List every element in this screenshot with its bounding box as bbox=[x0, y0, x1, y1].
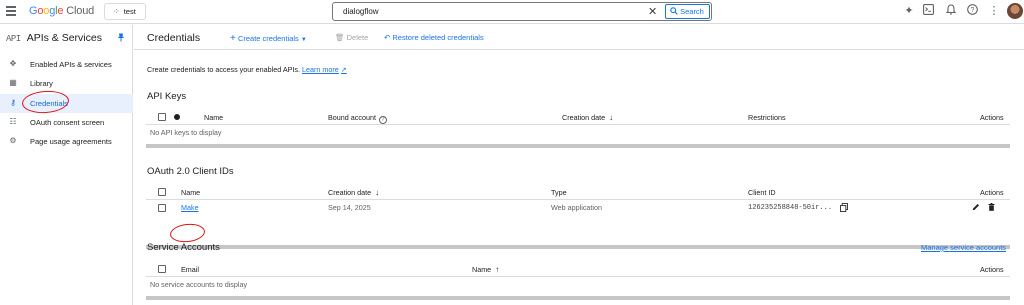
project-icon: ⁘ bbox=[113, 7, 120, 16]
project-picker[interactable]: ⁘ test bbox=[104, 3, 146, 20]
select-all-checkbox[interactable] bbox=[158, 113, 166, 121]
search-icon bbox=[670, 7, 678, 15]
copy-icon[interactable] bbox=[840, 203, 849, 214]
search-button[interactable]: Search bbox=[665, 4, 710, 19]
table-header: Email Name ↑ Actions bbox=[146, 261, 1010, 277]
search-input[interactable]: dialogflow bbox=[343, 7, 379, 16]
annotation-circle-make bbox=[169, 222, 206, 244]
gemini-sparkle-icon[interactable]: ✦ bbox=[902, 4, 916, 18]
help-icon[interactable]: ? bbox=[378, 116, 387, 124]
column-creation-date[interactable]: Creation date ↓ bbox=[562, 113, 613, 122]
restore-icon: ↶ bbox=[384, 33, 391, 42]
delete-button[interactable]: 🗑 Delete bbox=[335, 33, 368, 42]
svg-text:?: ? bbox=[970, 7, 974, 14]
trash-icon: 🗑 bbox=[335, 33, 345, 42]
plus-icon: + bbox=[230, 33, 236, 44]
empty-row: No service accounts to display bbox=[150, 280, 248, 289]
search-bar[interactable]: dialogflow ✕ Search bbox=[332, 2, 712, 21]
sidebar-item-enabled-apis[interactable]: ✥ Enabled APIs & services bbox=[0, 55, 133, 74]
sidebar-item-page-usage[interactable]: ⚙ Page usage agreements bbox=[0, 132, 133, 151]
user-avatar[interactable] bbox=[1007, 3, 1023, 19]
sidebar-header: API APIs & Services bbox=[6, 32, 102, 44]
empty-row: No API keys to display bbox=[150, 128, 222, 137]
main-menu-icon[interactable] bbox=[6, 6, 16, 16]
row-checkbox[interactable] bbox=[158, 204, 166, 212]
intro-text: Create credentials to access your enable… bbox=[147, 65, 347, 74]
consent-icon: ☷ bbox=[9, 117, 17, 126]
table-row: Make Sep 14, 2025 Web application 126235… bbox=[146, 200, 1010, 217]
sort-up-arrow-icon: ↑ bbox=[495, 265, 500, 274]
library-icon: ▦ bbox=[9, 78, 17, 87]
sidebar-item-oauth-consent[interactable]: ☷ OAuth consent screen bbox=[0, 113, 133, 132]
dropdown-arrow-icon: ▼ bbox=[300, 37, 307, 43]
google-cloud-logo[interactable]: Google Cloud bbox=[29, 5, 94, 17]
horizontal-scrollbar[interactable] bbox=[146, 296, 1010, 300]
restore-deleted-button[interactable]: ↶ Restore deleted credentials bbox=[384, 33, 484, 42]
api-keys-title: API Keys bbox=[147, 91, 187, 102]
table-header: Name Creation date ↓ Type Client ID Actio… bbox=[146, 184, 1010, 200]
manage-service-accounts-link[interactable]: Manage service accounts bbox=[921, 243, 1006, 252]
help-icon[interactable]: ? bbox=[965, 4, 979, 18]
cloud-shell-icon[interactable] bbox=[921, 4, 935, 18]
column-name[interactable]: Name ↑ bbox=[472, 265, 499, 274]
create-credentials-button[interactable]: + Create credentials ▼ bbox=[230, 33, 307, 44]
select-all-checkbox[interactable] bbox=[158, 265, 166, 273]
hub-icon: ✥ bbox=[9, 59, 17, 68]
learn-more-link[interactable]: Learn more bbox=[302, 65, 339, 74]
service-accounts-title: Service Accounts bbox=[147, 242, 220, 253]
main-content: Credentials + Create credentials ▼ 🗑 Del… bbox=[134, 25, 1024, 305]
api-icon: API bbox=[6, 34, 21, 44]
select-all-checkbox[interactable] bbox=[158, 188, 166, 196]
pin-icon[interactable] bbox=[117, 33, 125, 44]
key-icon: ⚷ bbox=[10, 98, 16, 107]
edit-pencil-icon[interactable] bbox=[972, 203, 980, 213]
column-bound-account: Bound account? bbox=[328, 113, 387, 124]
clear-search-icon[interactable]: ✕ bbox=[648, 5, 657, 18]
settings-list-icon: ⚙ bbox=[9, 136, 17, 145]
notifications-icon[interactable] bbox=[944, 4, 958, 18]
sidebar: API APIs & Services ✥ Enabled APIs & servi… bbox=[0, 25, 133, 305]
sort-down-arrow-icon: ↓ bbox=[609, 113, 614, 122]
oauth-title: OAuth 2.0 Client IDs bbox=[147, 166, 234, 177]
delete-trash-icon[interactable] bbox=[988, 203, 995, 213]
external-link-icon: ↗ bbox=[340, 65, 347, 74]
sidebar-item-library[interactable]: ▦ Library bbox=[0, 74, 133, 93]
status-dot-icon bbox=[174, 114, 180, 120]
toolbar: Credentials + Create credentials ▼ 🗑 Del… bbox=[134, 25, 1024, 50]
top-bar: Google Cloud ⁘ test dialogflow ✕ Search ✦ … bbox=[0, 0, 1024, 24]
column-creation-date[interactable]: Creation date ↓ bbox=[328, 188, 379, 197]
horizontal-scrollbar[interactable] bbox=[146, 245, 1010, 249]
client-name-link[interactable]: Make bbox=[181, 203, 199, 212]
more-options-icon[interactable]: ⋮ bbox=[987, 4, 1001, 18]
table-header: Name Bound account? Creation date ↓ Restr… bbox=[146, 109, 1010, 125]
horizontal-scrollbar[interactable] bbox=[146, 144, 1010, 148]
page-title: Credentials bbox=[147, 32, 201, 44]
sort-down-arrow-icon: ↓ bbox=[375, 188, 380, 197]
